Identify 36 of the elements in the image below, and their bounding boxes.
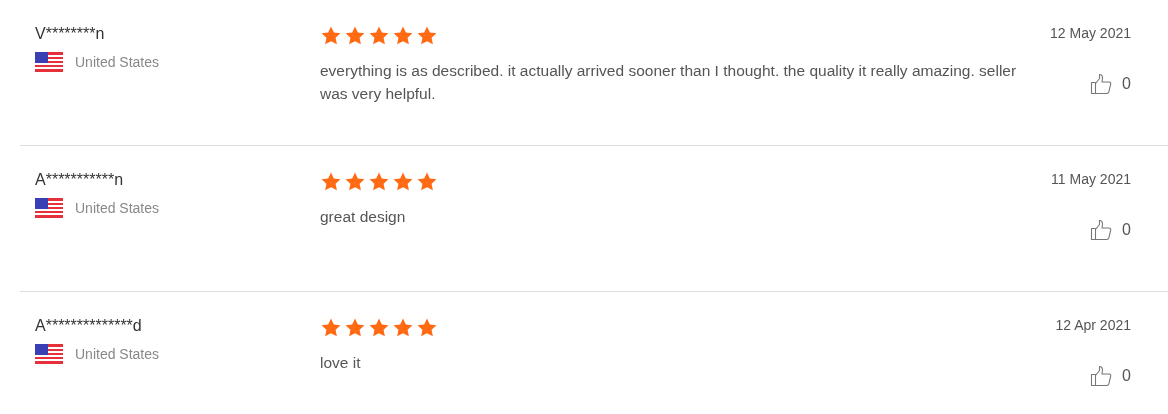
reviewer-name: V********n	[35, 25, 106, 43]
star-icon	[320, 171, 342, 193]
review-date: 12 Apr 2021	[1055, 317, 1131, 333]
star-icon	[368, 171, 390, 193]
review-date: 11 May 2021	[1051, 171, 1131, 187]
star-icon	[416, 171, 438, 193]
like-count: 0	[1122, 75, 1131, 93]
review-text: everything is as described. it actually arrived sooner than I thought. the quality it really amazing. seller was very helpful.	[320, 61, 1018, 104]
star-icon	[344, 25, 366, 47]
country-label: United States	[75, 200, 160, 216]
star-icon	[392, 317, 414, 339]
star-icon	[368, 317, 390, 339]
reviewer-name: A***********n	[35, 171, 125, 189]
like-count: 0	[1122, 221, 1131, 239]
star-icon	[392, 25, 414, 47]
star-icon	[416, 317, 438, 339]
country-label: United States	[75, 346, 160, 362]
star-icon	[320, 317, 342, 339]
star-icon	[344, 171, 366, 193]
reviewer-name: A**************d	[35, 317, 143, 335]
thumbs-up-icon[interactable]	[1090, 219, 1113, 241]
flag-icon	[35, 52, 63, 72]
review-text: love it	[320, 353, 362, 373]
star-icon	[368, 25, 390, 47]
like-count: 0	[1122, 367, 1131, 385]
review-date: 12 May 2021	[1050, 25, 1131, 41]
star-icon	[344, 317, 366, 339]
star-icon	[416, 25, 438, 47]
star-icon	[320, 25, 342, 47]
thumbs-up-icon[interactable]	[1090, 73, 1113, 95]
review-text: great design	[320, 207, 407, 227]
star-icon	[392, 171, 414, 193]
flag-icon	[35, 344, 63, 364]
thumbs-up-icon[interactable]	[1090, 365, 1113, 387]
country-label: United States	[75, 54, 160, 70]
flag-icon	[35, 198, 63, 218]
